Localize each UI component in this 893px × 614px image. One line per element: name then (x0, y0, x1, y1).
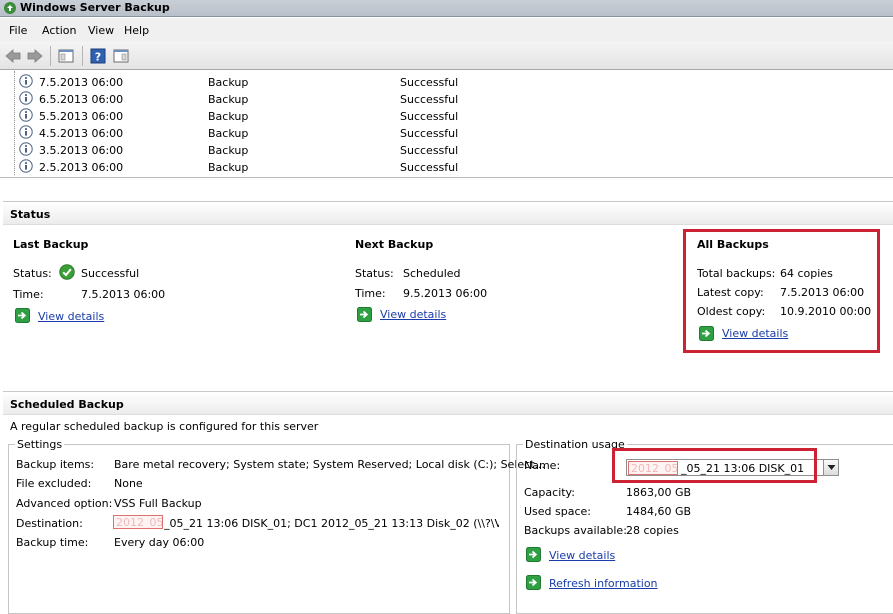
next-backup-time-label: Time: (355, 287, 386, 300)
menu-help[interactable]: Help (124, 24, 149, 37)
info-icon (19, 108, 33, 122)
next-backup-status-value: Scheduled (403, 267, 461, 280)
highlight-box-destination-name (612, 448, 817, 483)
log-date: 2.5.2013 06:00 (39, 161, 124, 174)
destination-label: Destination: (16, 517, 83, 530)
log-row[interactable]: 2.5.2013 06:00 Backup Successful (0, 158, 893, 175)
backups-available-label: Backups available: (524, 524, 627, 537)
chevron-down-icon (827, 465, 836, 470)
info-icon (19, 74, 33, 88)
highlight-box-all-backups (683, 229, 880, 353)
advanced-option-value: VSS Full Backup (114, 497, 202, 510)
log-row[interactable]: 6.5.2013 06:00 Backup Successful (0, 90, 893, 107)
log-row[interactable]: 3.5.2013 06:00 Backup Successful (0, 141, 893, 158)
refresh-information-link[interactable]: Refresh information (549, 577, 658, 590)
info-icon (19, 125, 33, 139)
go-arrow-icon[interactable] (526, 547, 541, 562)
advanced-option-label: Advanced option: (16, 497, 113, 510)
last-backup-time-label: Time: (13, 288, 44, 301)
toolbar-separator (82, 46, 83, 66)
scheduled-backup-panel: A regular scheduled backup is configured… (3, 416, 893, 614)
used-space-label: Used space: (524, 505, 592, 518)
next-backup-time-value: 9.5.2013 06:00 (403, 287, 488, 300)
menu-view[interactable]: View (88, 24, 114, 37)
last-backup-heading: Last Backup (13, 238, 89, 251)
status-section-header: Status (3, 201, 893, 225)
destination-redacted-text: 2012_05 (113, 515, 163, 529)
log-result: Successful (400, 93, 459, 106)
destination-view-details-link[interactable]: View details (549, 549, 615, 562)
log-date: 6.5.2013 06:00 (39, 93, 124, 106)
log-date: 3.5.2013 06:00 (39, 144, 124, 157)
scheduled-backup-section-header: Scheduled Backup (3, 391, 893, 415)
backup-app-icon (4, 2, 16, 14)
back-arrow-icon[interactable] (4, 47, 22, 65)
menu-file[interactable]: File (9, 24, 27, 37)
backup-log-list: 7.5.2013 06:00 Backup Successful 6.5.2013 0… (0, 71, 893, 178)
destination-value: _05_21 13:06 DISK_01; DC1 2012_05_21 13:… (164, 517, 499, 530)
toolbar-separator (50, 46, 51, 66)
last-backup-status-label: Status: (13, 267, 52, 280)
backup-time-value: Every day 06:00 (114, 536, 205, 549)
backup-items-value: Bare metal recovery; System state; Syste… (114, 458, 545, 471)
backup-items-label: Backup items: (16, 458, 95, 471)
log-type: Backup (208, 110, 249, 123)
log-row[interactable]: 7.5.2013 06:00 Backup Successful (0, 73, 893, 90)
show-hide-console-tree-icon[interactable] (57, 47, 75, 65)
log-type: Backup (208, 76, 249, 89)
settings-legend: Settings (15, 438, 65, 451)
info-icon (19, 91, 33, 105)
window-title: Windows Server Backup (20, 1, 170, 14)
dropdown-button[interactable] (823, 459, 839, 476)
action-pane-icon[interactable] (112, 47, 130, 65)
log-date: 5.5.2013 06:00 (39, 110, 124, 123)
log-result: Successful (400, 127, 459, 140)
backup-time-label: Backup time: (16, 536, 89, 549)
forward-arrow-icon[interactable] (26, 47, 44, 65)
log-result: Successful (400, 110, 459, 123)
menu-bar: File Action View Help (0, 18, 893, 42)
last-backup-time-value: 7.5.2013 06:00 (81, 288, 166, 301)
last-backup-status-value: Successful (81, 267, 140, 280)
title-bar: Windows Server Backup (0, 0, 893, 17)
success-check-icon (59, 264, 75, 280)
next-backup-heading: Next Backup (355, 238, 434, 251)
last-backup-view-details-link[interactable]: View details (38, 310, 104, 323)
log-date: 4.5.2013 06:00 (39, 127, 124, 140)
log-date: 7.5.2013 06:00 (39, 76, 124, 89)
scheduled-backup-section-title: Scheduled Backup (10, 398, 124, 411)
help-icon[interactable]: ? (89, 47, 107, 65)
toolbar: ? (0, 42, 893, 70)
scheduled-backup-description: A regular scheduled backup is configured… (10, 420, 319, 433)
log-result: Successful (400, 76, 459, 89)
destination-name-label: Name: (524, 459, 561, 472)
log-result: Successful (400, 161, 459, 174)
go-arrow-icon[interactable] (526, 575, 541, 590)
status-section-title: Status (10, 208, 51, 221)
capacity-label: Capacity: (524, 486, 575, 499)
file-excluded-value: None (114, 477, 143, 490)
log-type: Backup (208, 144, 249, 157)
log-type: Backup (208, 161, 249, 174)
log-type: Backup (208, 93, 249, 106)
menu-action[interactable]: Action (42, 24, 76, 37)
go-arrow-icon[interactable] (357, 307, 372, 322)
info-icon (19, 159, 33, 173)
svg-text:?: ? (95, 51, 101, 64)
next-backup-view-details-link[interactable]: View details (380, 308, 446, 321)
capacity-value: 1863,00 GB (626, 486, 692, 499)
log-type: Backup (208, 127, 249, 140)
log-row[interactable]: 5.5.2013 06:00 Backup Successful (0, 107, 893, 124)
go-arrow-icon[interactable] (15, 308, 30, 323)
info-icon (19, 142, 33, 156)
backups-available-value: 28 copies (626, 524, 679, 537)
log-result: Successful (400, 144, 459, 157)
log-row[interactable]: 4.5.2013 06:00 Backup Successful (0, 124, 893, 141)
file-excluded-label: File excluded: (16, 477, 92, 490)
used-space-value: 1484,60 GB (626, 505, 692, 518)
next-backup-status-label: Status: (355, 267, 394, 280)
